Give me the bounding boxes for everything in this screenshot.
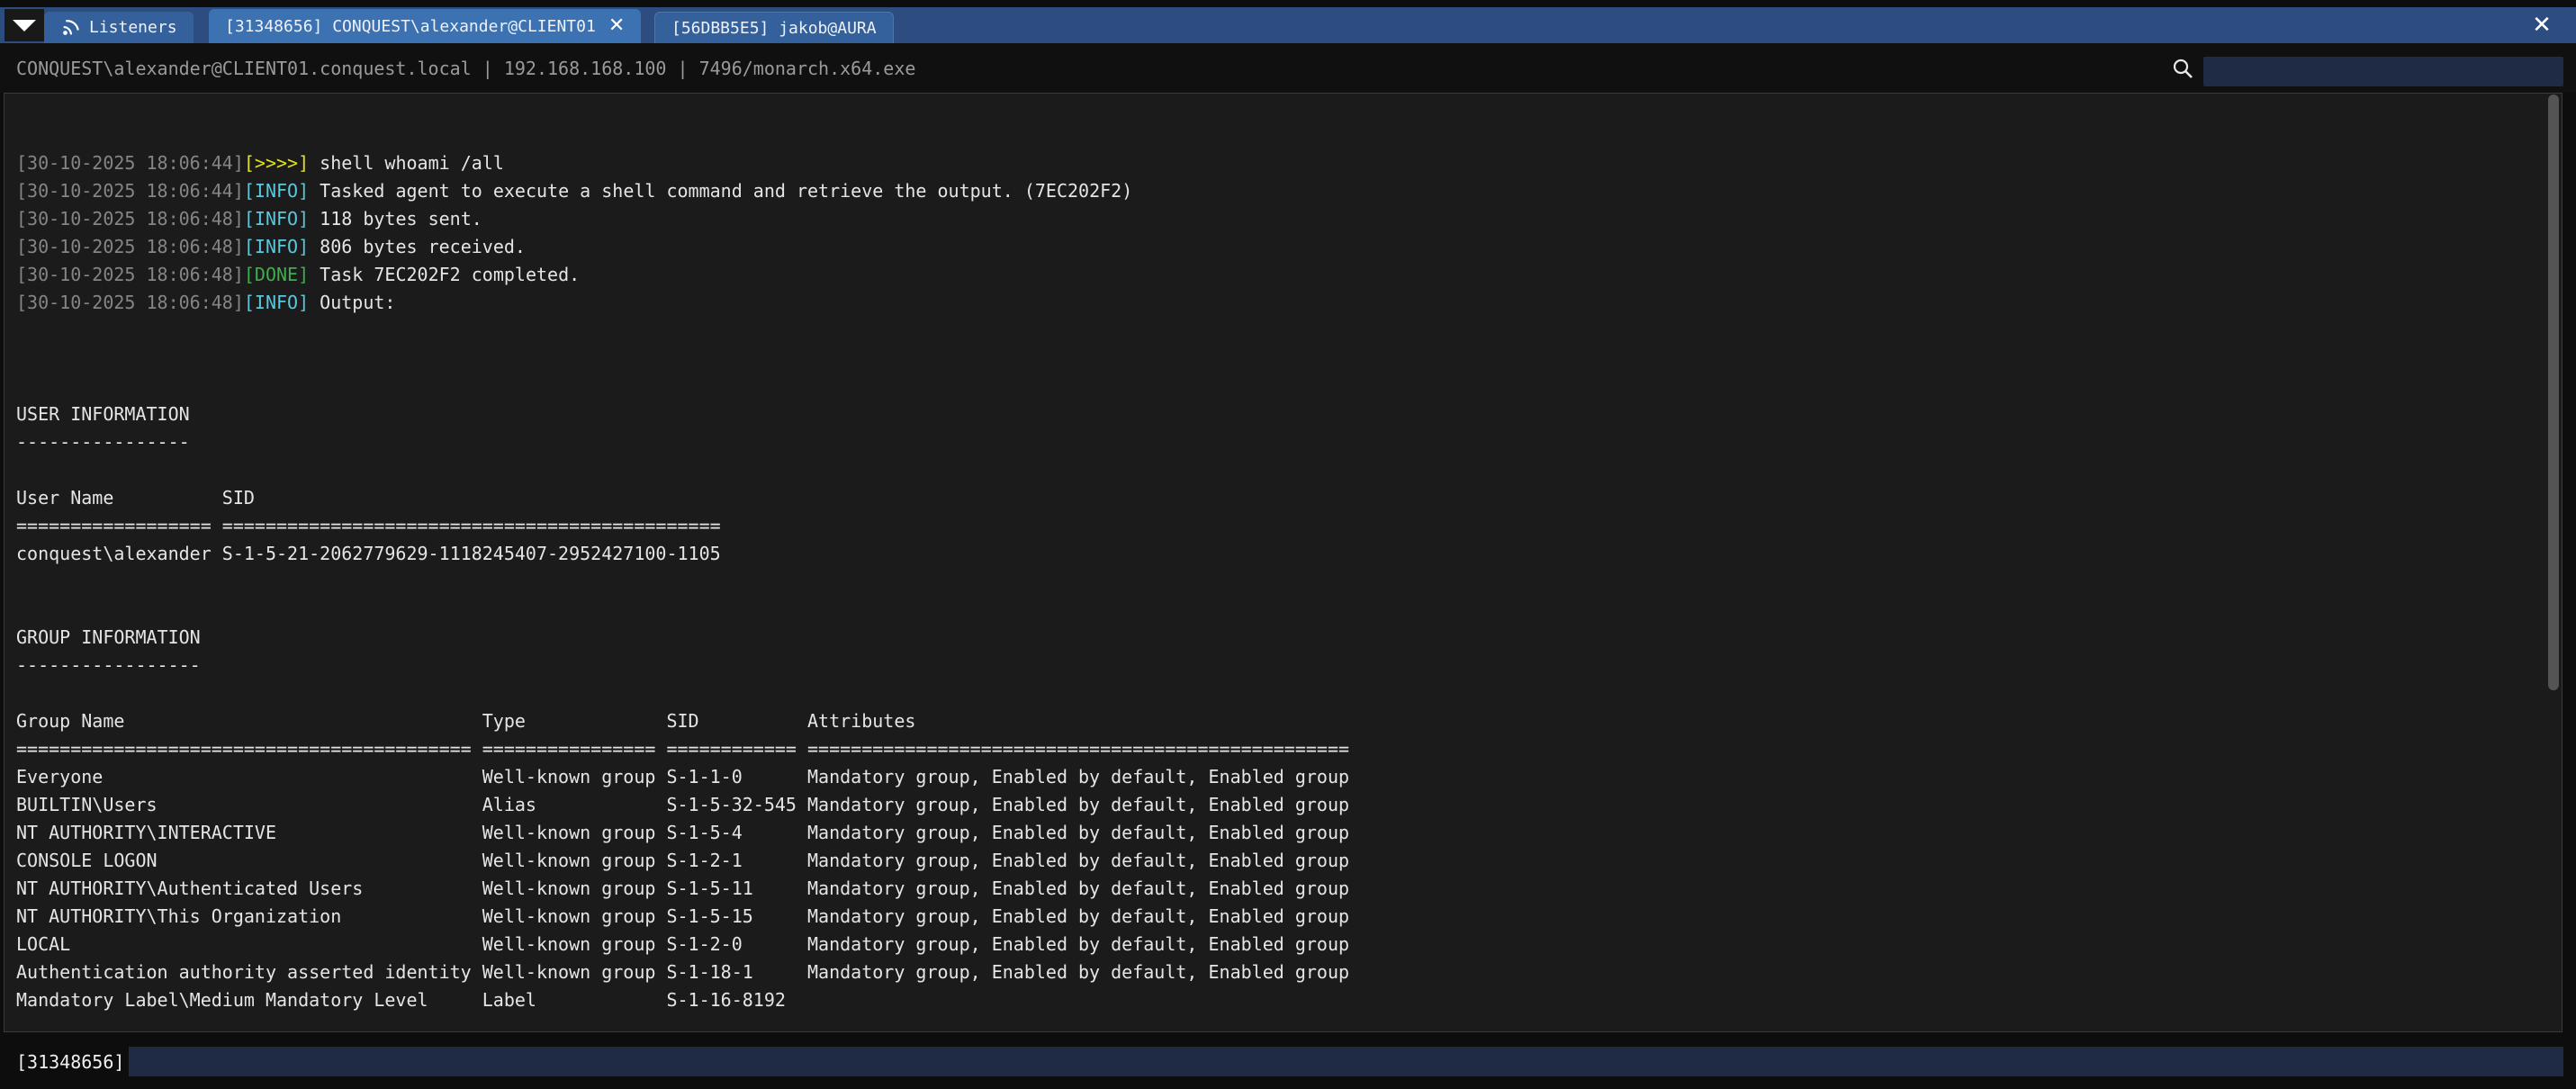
c2-client-window: { "tabbar": { "tabs": [ { "id": "listene…	[0, 0, 2576, 1089]
prompt-label: [31348656]	[16, 1047, 124, 1076]
collapse-all-icon	[13, 20, 36, 32]
log-line: [30-10-2025 18:06:44][>>>>] shell whoami…	[16, 149, 2540, 177]
session-status-row: CONQUEST\alexander@CLIENT01.conquest.loc…	[0, 43, 2576, 93]
log-line: [30-10-2025 18:06:48][INFO] 806 bytes re…	[16, 233, 2540, 261]
tab-label: [31348656] CONQUEST\alexander@CLIENT01	[225, 17, 596, 36]
tab-session-56dbb5e5[interactable]: [56DBB5E5] jakob@AURA	[654, 12, 894, 43]
command-input[interactable]	[129, 1047, 2563, 1076]
search-icon	[2171, 57, 2194, 80]
scrollbar-thumb[interactable]	[2548, 94, 2559, 690]
terminal-output-pane[interactable]: [30-10-2025 18:06:44][>>>>] shell whoami…	[4, 93, 2562, 1032]
log-line: [30-10-2025 18:06:44][INFO] Tasked agent…	[16, 177, 2540, 205]
tab-label: [56DBB5E5] jakob@AURA	[671, 19, 877, 38]
close-icon: ✕	[2532, 12, 2552, 39]
session-info-text: CONQUEST\alexander@CLIENT01.conquest.loc…	[16, 43, 915, 93]
search-input[interactable]	[2203, 57, 2563, 86]
whoami-output: USER INFORMATION ---------------- User N…	[16, 373, 2540, 1032]
tab-listeners[interactable]: Listeners	[44, 12, 194, 43]
log-line: [30-10-2025 18:06:48][DONE] Task 7EC202F…	[16, 261, 2540, 289]
tab-bar: Listeners [31348656] CONQUEST\alexander@…	[0, 7, 2576, 43]
tab-label: Listeners	[89, 18, 177, 37]
terminal-log: [30-10-2025 18:06:44][>>>>] shell whoami…	[16, 149, 2540, 317]
close-tab-icon[interactable]: ✕	[608, 16, 625, 36]
broadcast-icon	[60, 18, 80, 38]
log-line: [30-10-2025 18:06:48][INFO] 118 bytes se…	[16, 205, 2540, 233]
collapse-menu-button[interactable]	[5, 9, 44, 41]
tab-session-31348656[interactable]: [31348656] CONQUEST\alexander@CLIENT01 ✕	[209, 9, 641, 43]
log-line: [30-10-2025 18:06:48][INFO] Output:	[16, 289, 2540, 317]
window-close-button[interactable]: ✕	[2527, 11, 2556, 40]
